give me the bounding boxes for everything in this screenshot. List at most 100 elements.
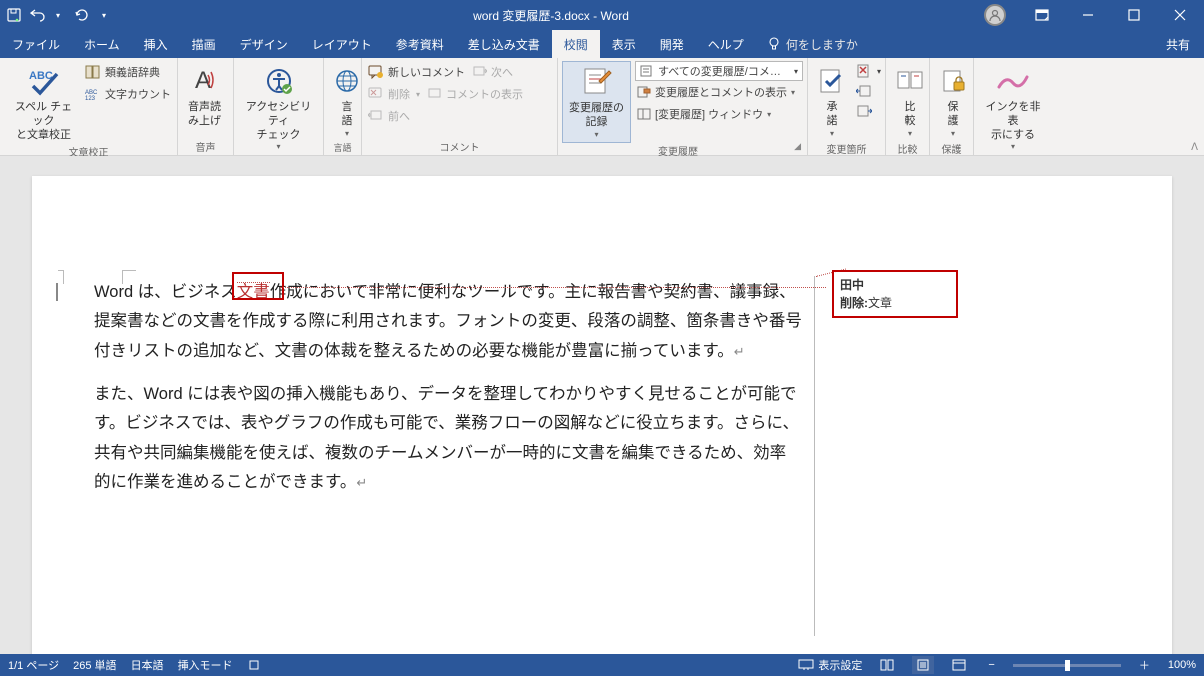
qat-customize-icon[interactable]: ▾ [96,7,112,23]
ribbon-tabs: ファイル ホーム 挿入 描画 デザイン レイアウト 参考資料 差し込み文書 校閲… [0,30,1204,58]
protect-button[interactable]: 保 護 [934,61,972,141]
ink-icon [996,63,1030,99]
language-button[interactable]: 言 語 [328,61,366,141]
group-protect: 保 護 保護 [930,58,974,155]
quick-access-toolbar: ▾ ▾ [0,7,118,23]
lightbulb-icon [768,37,780,51]
tab-mailings[interactable]: 差し込み文書 [456,30,552,58]
minimize-button[interactable] [1066,1,1110,29]
ribbon-options-icon[interactable] [1020,1,1064,29]
undo-dropdown-icon[interactable]: ▾ [50,7,66,23]
tab-home[interactable]: ホーム [72,30,132,58]
read-mode-button[interactable] [876,656,898,674]
tab-draw[interactable]: 描画 [180,30,228,58]
user-avatar[interactable] [984,4,1006,26]
markup-divider [814,276,815,636]
revision-author: 田中 [840,276,950,294]
group-changes: 承 諾 ▾ 変更箇所 [808,58,886,155]
group-speech: A 音声読 み上げ 音声 [178,58,234,155]
tell-me-search[interactable]: 何をしますか [756,30,870,58]
web-layout-button[interactable] [948,656,970,674]
accessibility-button[interactable]: アクセシビリティ チェック [238,61,319,154]
undo-icon[interactable] [30,7,46,23]
insert-mode[interactable]: 挿入モード [178,657,233,673]
tab-developer[interactable]: 開発 [648,30,696,58]
collapse-ribbon-icon[interactable]: ᐱ [1191,142,1198,153]
read-aloud-icon: A [191,63,219,99]
prev-comment-button: 前へ [366,105,412,127]
prev-change-button[interactable] [854,81,883,101]
close-button[interactable] [1158,1,1202,29]
next-comment-icon [473,65,487,79]
display-settings[interactable]: 表示設定 [798,657,862,673]
prev-comment-icon [368,109,384,123]
status-bar: 1/1 ページ 265 単語 日本語 挿入モード 表示設定 − ＋ 100% [0,654,1204,676]
reviewing-pane-button[interactable]: [変更履歴] ウィンドウ [635,103,803,125]
tab-view[interactable]: 表示 [600,30,648,58]
word-count[interactable]: 265 単語 [73,657,116,673]
tab-references[interactable]: 参考資料 [384,30,456,58]
display-icon [798,659,814,671]
group-language: 言 語 言語 [324,58,362,155]
read-aloud-button[interactable]: A 音声読 み上げ [182,61,227,131]
group-proofing: ABC スペル チェック と文章校正 類義語辞典 ABC123 文字カウント 文… [0,58,178,155]
macro-indicator[interactable] [247,658,261,672]
tab-layout[interactable]: レイアウト [300,30,384,58]
save-icon[interactable] [6,7,22,23]
zoom-slider[interactable] [1013,664,1121,667]
thesaurus-icon [85,64,101,80]
page-indicator[interactable]: 1/1 ページ [8,657,59,673]
svg-text:123: 123 [85,96,96,101]
zoom-in-button[interactable]: ＋ [1135,657,1154,673]
new-comment-button[interactable]: 新しいコメント 次へ [366,61,515,83]
revision-change: 削除:文章 [840,294,950,312]
spelling-icon: ABC [27,63,61,99]
group-comments: 新しいコメント 次へ 削除 ▾ コメントの表示 前へ コメント [362,58,558,155]
tab-design[interactable]: デザイン [228,30,300,58]
redo-icon[interactable] [74,7,90,23]
tracked-insertion: 文書 [237,282,270,301]
tab-file[interactable]: ファイル [0,30,72,58]
group-ink: インクを非表 示にする インク [974,58,1052,155]
spelling-button[interactable]: ABC スペル チェック と文章校正 [4,61,83,144]
reject-button[interactable]: ▾ [854,61,883,81]
reject-icon [856,63,872,79]
group-compare: 比 較 比較 [886,58,930,155]
delete-comment-button: 削除 ▾ コメントの表示 [366,83,525,105]
revision-balloon[interactable]: 田中 削除:文章 [832,270,958,318]
zoom-out-button[interactable]: − [984,659,998,671]
language-indicator[interactable]: 日本語 [131,657,164,673]
track-changes-button[interactable]: 変更履歴の 記録 [562,61,631,143]
revision-connector [280,287,826,288]
accessibility-icon [264,63,294,99]
accept-button[interactable]: 承 諾 [812,61,852,141]
new-comment-icon [368,65,384,79]
wordcount-button[interactable]: ABC123 文字カウント [83,83,173,105]
show-markup-icon [637,86,651,98]
document-body[interactable]: Word は、ビジネス文書作成において非常に便利なツールです。主に報告書や契約書… [94,278,802,512]
display-for-review[interactable]: すべての変更履歴/コメ… ▾ [635,61,803,81]
track-changes-icon [581,64,613,100]
thesaurus-button[interactable]: 類義語辞典 [83,61,173,83]
tab-help[interactable]: ヘルプ [696,30,756,58]
print-layout-button[interactable] [912,656,934,674]
accept-icon [818,63,846,99]
protect-icon [940,63,966,99]
compare-button[interactable]: 比 較 [890,61,930,141]
change-bar [56,283,60,301]
show-markup-button[interactable]: 変更履歴とコメントの表示 [635,81,803,103]
group-accessibility: アクセシビリティ チェック アクセシビリティ [234,58,324,155]
document-page[interactable]: Word は、ビジネス文書作成において非常に便利なツールです。主に報告書や契約書… [32,176,1172,656]
tab-insert[interactable]: 挿入 [132,30,180,58]
document-area: Word は、ビジネス文書作成において非常に便利なツールです。主に報告書や契約書… [0,156,1204,656]
svg-text:A: A [195,67,211,94]
group-tracking: 変更履歴の 記録 すべての変更履歴/コメ… ▾ 変更履歴とコメントの表示 [変更… [558,58,808,155]
compare-icon [896,63,924,99]
maximize-button[interactable] [1112,1,1156,29]
share-button[interactable]: 共有 [1152,30,1204,58]
next-change-button[interactable] [854,101,883,121]
hide-ink-button[interactable]: インクを非表 示にする [978,61,1048,154]
tab-review[interactable]: 校閲 [552,30,600,58]
paragraph-mark: ↵ [356,475,367,490]
zoom-level[interactable]: 100% [1168,659,1196,671]
